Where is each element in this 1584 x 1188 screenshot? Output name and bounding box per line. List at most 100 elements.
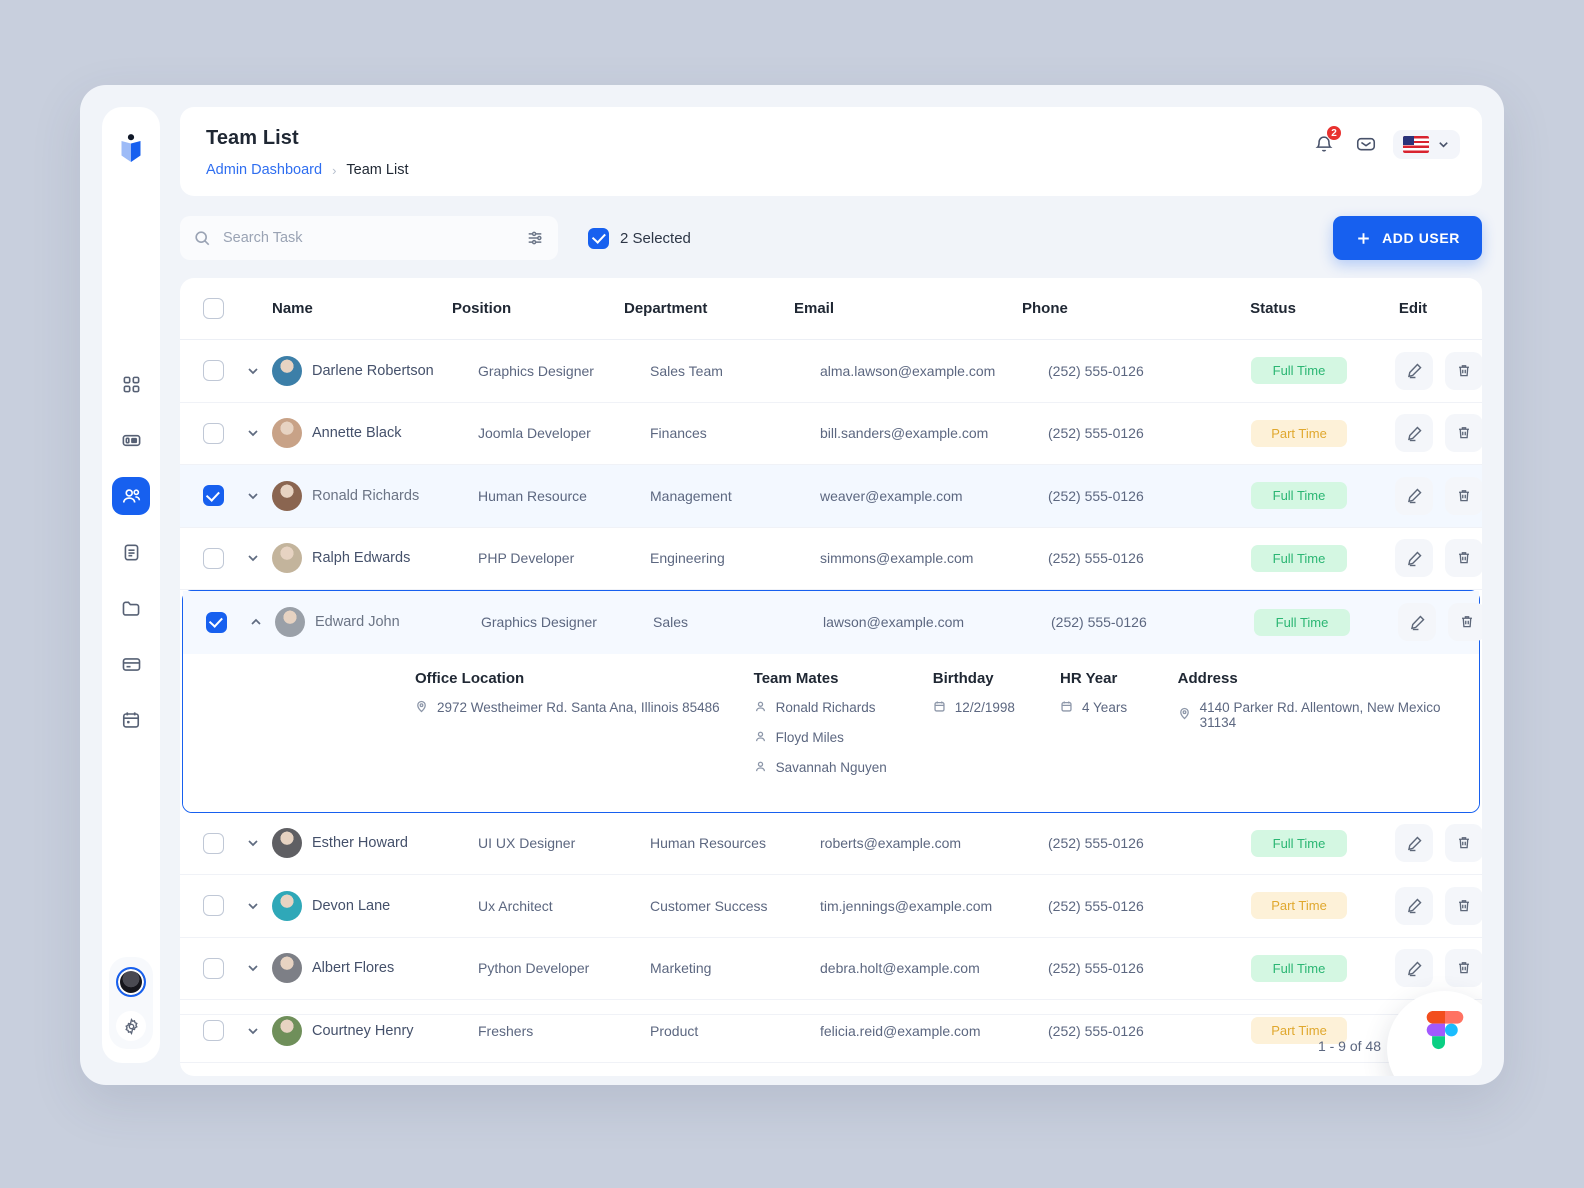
row-checkbox[interactable] (205, 611, 227, 633)
messages-envelope-icon[interactable] (1351, 129, 1381, 159)
sidebar-item-boards[interactable] (112, 421, 150, 459)
sidebar (102, 107, 160, 1063)
breadcrumb-admin-dashboard[interactable]: Admin Dashboard (206, 162, 322, 178)
row-checkbox[interactable] (202, 957, 224, 979)
status-badge: Part Time (1251, 892, 1347, 920)
row-checkbox[interactable] (202, 832, 224, 854)
row-name-cell: Darlene Robertson (272, 355, 478, 386)
row-name-cell: Annette Black (272, 418, 478, 449)
sidebar-item-billing[interactable] (112, 645, 150, 683)
row-name: Ralph Edwards (312, 550, 411, 567)
row-avatar (272, 953, 302, 984)
status-badge: Full Time (1254, 608, 1350, 636)
edit-row-button[interactable] (1395, 414, 1433, 453)
row-name: Annette Black (312, 425, 402, 442)
delete-row-button[interactable] (1445, 824, 1482, 863)
table-row[interactable]: Albert Flores Python Developer Marketing… (180, 938, 1482, 1000)
sidebar-item-team[interactable] (112, 477, 150, 515)
delete-row-button[interactable] (1445, 886, 1482, 925)
delete-row-button[interactable] (1445, 949, 1482, 988)
team-mate-item: Savannah Nguyen (754, 760, 923, 776)
edit-row-button[interactable] (1395, 539, 1433, 578)
add-user-button[interactable]: ADD USER (1333, 216, 1482, 260)
row-checkbox[interactable] (202, 485, 224, 507)
table-row[interactable]: Darlene Robertson Graphics Designer Sale… (180, 340, 1482, 403)
table-row[interactable]: Ralph Edwards PHP Developer Engineering … (180, 528, 1482, 590)
delete-row-button[interactable] (1445, 476, 1482, 515)
row-phone: (252) 555-0126 (1048, 550, 1144, 567)
status-badge: Full Time (1251, 482, 1347, 510)
row-checkbox[interactable] (202, 547, 224, 569)
status-badge: Full Time (1251, 954, 1347, 982)
page-title: Team List (206, 127, 299, 149)
row-detail-panel: Office Location 2972 Westheimer Rd. Sant… (183, 653, 1479, 812)
table-row[interactable]: Edward John Graphics Designer Sales laws… (183, 591, 1482, 654)
app-window: Team List Admin Dashboard › Team List 2 (80, 85, 1504, 1085)
search-input[interactable] (223, 230, 514, 246)
sidebar-item-dashboard[interactable] (112, 365, 150, 403)
row-avatar (275, 607, 305, 638)
row-name: Edward John (315, 614, 400, 631)
row-avatar (272, 890, 302, 921)
pagination: 1 - 9 of 48 (180, 1014, 1482, 1076)
column-header-name: Name (272, 300, 313, 317)
row-position: Python Developer (478, 960, 590, 977)
filter-settings-icon[interactable] (526, 229, 544, 247)
sidebar-item-files[interactable] (112, 589, 150, 627)
breadcrumb-current: Team List (346, 162, 409, 178)
edit-row-button[interactable] (1395, 886, 1433, 925)
notifications-bell-icon[interactable]: 2 (1309, 125, 1342, 159)
edit-row-button[interactable] (1395, 351, 1433, 390)
row-name-cell: Edward John (275, 607, 481, 638)
table-header-row: Name Position Department Email Phone Sta… (180, 278, 1482, 340)
edit-row-button[interactable] (1395, 949, 1433, 988)
table-row[interactable]: Ronald Richards Human Resource Managemen… (180, 465, 1482, 528)
row-expand-toggle[interactable] (246, 836, 272, 850)
row-email: roberts@example.com (820, 835, 962, 852)
column-header-position: Position (452, 300, 512, 317)
detail-birthday-value: 12/2/1998 (933, 700, 1050, 716)
row-avatar (272, 355, 302, 386)
sidebar-item-documents[interactable] (112, 533, 150, 571)
calendar-icon (933, 700, 946, 716)
row-email: alma.lawson@example.com (820, 362, 996, 379)
language-selector[interactable] (1393, 129, 1460, 159)
row-department: Human Resources (650, 835, 766, 852)
detail-team-mates-label: Team Mates (753, 669, 839, 687)
edit-row-button[interactable] (1395, 476, 1433, 515)
delete-row-button[interactable] (1445, 539, 1482, 578)
row-checkbox[interactable] (202, 360, 224, 382)
edit-row-button[interactable] (1398, 603, 1436, 642)
select-all-checkbox[interactable] (202, 298, 224, 319)
row-checkbox[interactable] (202, 422, 224, 444)
edit-row-button[interactable] (1395, 824, 1433, 863)
row-checkbox[interactable] (202, 895, 224, 917)
row-expand-toggle[interactable] (246, 489, 272, 503)
row-email: lawson@example.com (823, 614, 965, 631)
settings-gear-icon[interactable] (116, 1011, 146, 1041)
table-body: Darlene Robertson Graphics Designer Sale… (180, 340, 1482, 1063)
delete-row-button[interactable] (1445, 414, 1482, 453)
row-department: Management (650, 487, 732, 504)
delete-row-button[interactable] (1448, 603, 1482, 642)
team-mate-item: Floyd Miles (754, 730, 923, 746)
sidebar-item-calendar[interactable] (112, 701, 150, 739)
table-row[interactable]: Esther Howard UI UX Designer Human Resou… (180, 813, 1482, 875)
row-expand-toggle[interactable] (246, 961, 272, 975)
row-expand-toggle[interactable] (249, 615, 275, 629)
table-row[interactable]: Devon Lane Ux Architect Customer Success… (180, 875, 1482, 938)
row-phone: (252) 555-0126 (1048, 960, 1144, 977)
delete-row-button[interactable] (1445, 351, 1482, 390)
row-phone: (252) 555-0126 (1048, 362, 1144, 379)
row-expand-toggle[interactable] (246, 364, 272, 378)
row-expand-toggle[interactable] (246, 899, 272, 913)
row-expand-toggle[interactable] (246, 426, 272, 440)
person-icon (754, 700, 767, 716)
selection-checkbox[interactable] (588, 227, 609, 249)
column-header-edit: Edit (1398, 300, 1428, 317)
search-box[interactable] (180, 216, 558, 260)
table-row[interactable]: Annette Black Joomla Developer Finances … (180, 403, 1482, 465)
user-avatar[interactable] (116, 967, 146, 997)
location-pin-icon (415, 700, 428, 716)
row-expand-toggle[interactable] (246, 551, 272, 565)
